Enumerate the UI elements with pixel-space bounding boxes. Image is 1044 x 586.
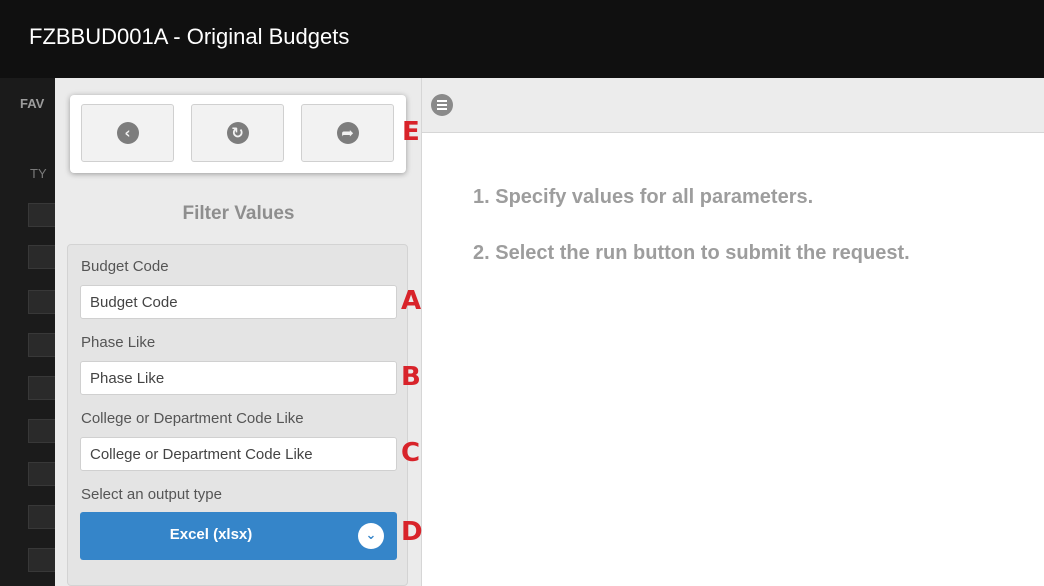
chevron-down-icon: ⌄ <box>358 523 384 549</box>
nav-row[interactable] <box>28 290 55 314</box>
main-panel <box>422 78 1044 586</box>
nav-row[interactable] <box>28 333 55 357</box>
nav-row[interactable] <box>28 505 55 529</box>
marker-d: D <box>401 517 423 547</box>
nav-row[interactable] <box>28 376 55 400</box>
nav-row[interactable] <box>28 548 55 572</box>
share-button[interactable]: ➦ <box>301 104 394 162</box>
phase-like-input[interactable] <box>80 361 397 395</box>
nav-row[interactable] <box>28 245 55 269</box>
refresh-icon: ↻ <box>226 122 249 144</box>
window-title: FZBBUD001A - Original Budgets <box>29 24 350 49</box>
output-type-label: Select an output type <box>81 486 222 503</box>
output-type-value: Excel (xlsx) <box>169 526 253 543</box>
instruction-step-1: 1. Specify values for all parameters. <box>473 186 814 208</box>
college-dept-input[interactable] <box>80 437 397 471</box>
type-label: TY <box>30 166 47 181</box>
title-bar: FZBBUD001A - Original Budgets <box>0 0 1044 78</box>
marker-e: E <box>402 117 420 147</box>
output-type-select[interactable]: Excel (xlsx) ⌄ <box>80 512 397 560</box>
instruction-step-2: 2. Select the run button to submit the r… <box>473 242 910 264</box>
menu-icon[interactable] <box>431 94 453 116</box>
filter-values-heading: Filter Values <box>182 203 295 224</box>
budget-code-label: Budget Code <box>81 258 169 275</box>
chevron-left-icon: ‹ <box>116 122 139 144</box>
college-dept-label: College or Department Code Like <box>81 410 304 427</box>
nav-row[interactable] <box>28 419 55 443</box>
favorites-label: FAV <box>20 96 45 111</box>
main-toolbar <box>422 78 1044 133</box>
left-nav-strip: FAV TY <box>0 78 55 586</box>
phase-like-label: Phase Like <box>81 334 156 351</box>
refresh-button[interactable]: ↻ <box>191 104 284 162</box>
action-toolbar: ‹ ↻ ➦ <box>70 95 406 173</box>
marker-a: A <box>401 286 422 316</box>
back-button[interactable]: ‹ <box>81 104 174 162</box>
marker-b: B <box>401 362 421 392</box>
budget-code-input[interactable] <box>80 285 397 319</box>
marker-c: C <box>401 438 421 468</box>
share-icon: ➦ <box>336 122 359 144</box>
nav-row[interactable] <box>28 462 55 486</box>
nav-row[interactable] <box>28 203 55 227</box>
